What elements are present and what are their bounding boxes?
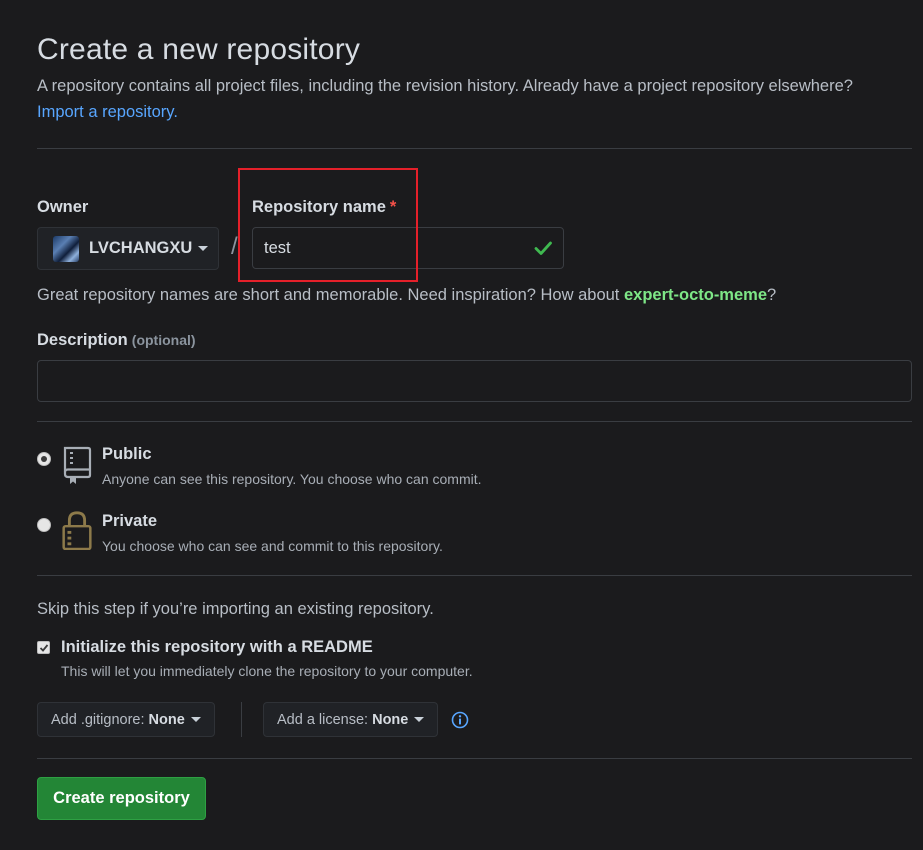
repo-book-icon [63, 446, 92, 484]
repository-name-label: Repository name * [252, 198, 396, 217]
owner-repo-separator: / [231, 233, 238, 260]
caret-down-icon [414, 717, 425, 722]
public-title: Public [102, 445, 152, 463]
private-radio[interactable] [37, 518, 51, 532]
readme-title: Initialize this repository with a README [61, 638, 373, 656]
owner-name: LVCHANGXU [89, 239, 193, 257]
license-select-button[interactable]: Add a license: None [263, 702, 439, 737]
gitignore-value: None [148, 711, 185, 728]
description-label-text: Description [37, 331, 128, 349]
suggested-name-link[interactable]: expert-octo-meme [624, 286, 767, 304]
caret-down-icon [198, 246, 209, 251]
repository-name-label-text: Repository name [252, 198, 386, 216]
license-value: None [372, 711, 409, 728]
optional-tag: (optional) [131, 332, 196, 348]
divider [37, 575, 912, 576]
public-radio[interactable] [37, 452, 51, 466]
repository-name-value: test [264, 238, 291, 257]
create-repository-button[interactable]: Create repository [37, 777, 206, 820]
divider [37, 758, 912, 759]
private-description: You choose who can see and commit to thi… [102, 538, 443, 554]
hint-prefix: Great repository names are short and mem… [37, 286, 624, 304]
description-label: Description (optional) [37, 331, 196, 350]
page-title: Create a new repository [37, 33, 361, 66]
info-icon[interactable] [451, 711, 469, 729]
owner-label: Owner [37, 198, 89, 216]
license-label: Add a license: [277, 711, 369, 728]
create-repository-page: Create a new repository A repository con… [0, 0, 923, 850]
vertical-divider [241, 702, 242, 737]
divider [37, 421, 912, 422]
gitignore-label: Add .gitignore: [51, 711, 145, 728]
required-mark: * [389, 198, 397, 216]
checkmark-icon [39, 644, 49, 652]
owner-select-button[interactable]: LVCHANGXU [37, 227, 219, 270]
hint-suffix: ? [767, 286, 777, 304]
repository-name-hint: Great repository names are short and mem… [37, 286, 776, 305]
readme-description: This will let you immediately clone the … [61, 663, 473, 679]
import-repository-link[interactable]: Import a repository. [37, 103, 178, 122]
repository-name-input[interactable]: test [252, 227, 564, 269]
public-description: Anyone can see this repository. You choo… [102, 471, 482, 487]
avatar [53, 235, 79, 262]
page-subtitle: A repository contains all project files,… [37, 77, 853, 95]
caret-down-icon [190, 717, 201, 722]
readme-checkbox[interactable] [37, 641, 50, 654]
lock-icon [62, 511, 92, 550]
gitignore-select-button[interactable]: Add .gitignore: None [37, 702, 215, 737]
check-icon [534, 241, 552, 255]
description-input[interactable] [37, 360, 912, 402]
private-title: Private [102, 512, 158, 530]
divider [37, 148, 912, 149]
skip-step-text: Skip this step if you’re importing an ex… [37, 600, 434, 618]
